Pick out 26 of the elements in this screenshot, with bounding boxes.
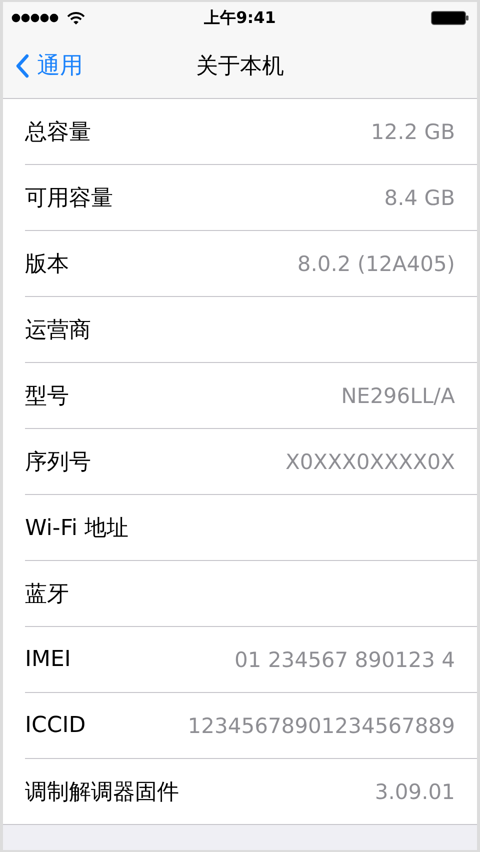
row-value: 3.09.01 (374, 780, 455, 804)
row-value: 12345678901234567889 (188, 714, 455, 738)
row-label: 总容量 (25, 118, 91, 146)
back-button[interactable]: 通用 (11, 48, 87, 83)
status-time: 上午9:41 (204, 8, 276, 28)
row-value: 01 234567 890123 4 (234, 648, 455, 672)
row-value: 8.0.2 (12A405) (297, 252, 455, 276)
row-label: IMEI (25, 647, 71, 672)
row-label: 序列号 (25, 448, 91, 476)
row-label: 型号 (25, 382, 69, 410)
row-value: 8.4 GB (384, 186, 455, 210)
row-value: 12.2 GB (370, 120, 455, 144)
row-label: 可用容量 (25, 184, 113, 212)
nav-title: 关于本机 (196, 53, 284, 81)
row-label: 运营商 (25, 316, 91, 344)
chevron-left-icon (15, 54, 29, 78)
wifi-icon (67, 12, 85, 24)
row-label: 调制解调器固件 (25, 778, 179, 806)
row-label: 版本 (25, 250, 69, 278)
signal-icon (11, 13, 61, 23)
battery-icon (430, 11, 469, 25)
row-label: 蓝牙 (25, 580, 69, 608)
row-value: X0XXX0XXXX0X (285, 450, 455, 474)
row-label: ICCID (25, 713, 86, 738)
row-label: Wi-Fi 地址 (25, 514, 128, 542)
row-value: NE296LL/A (341, 384, 455, 408)
